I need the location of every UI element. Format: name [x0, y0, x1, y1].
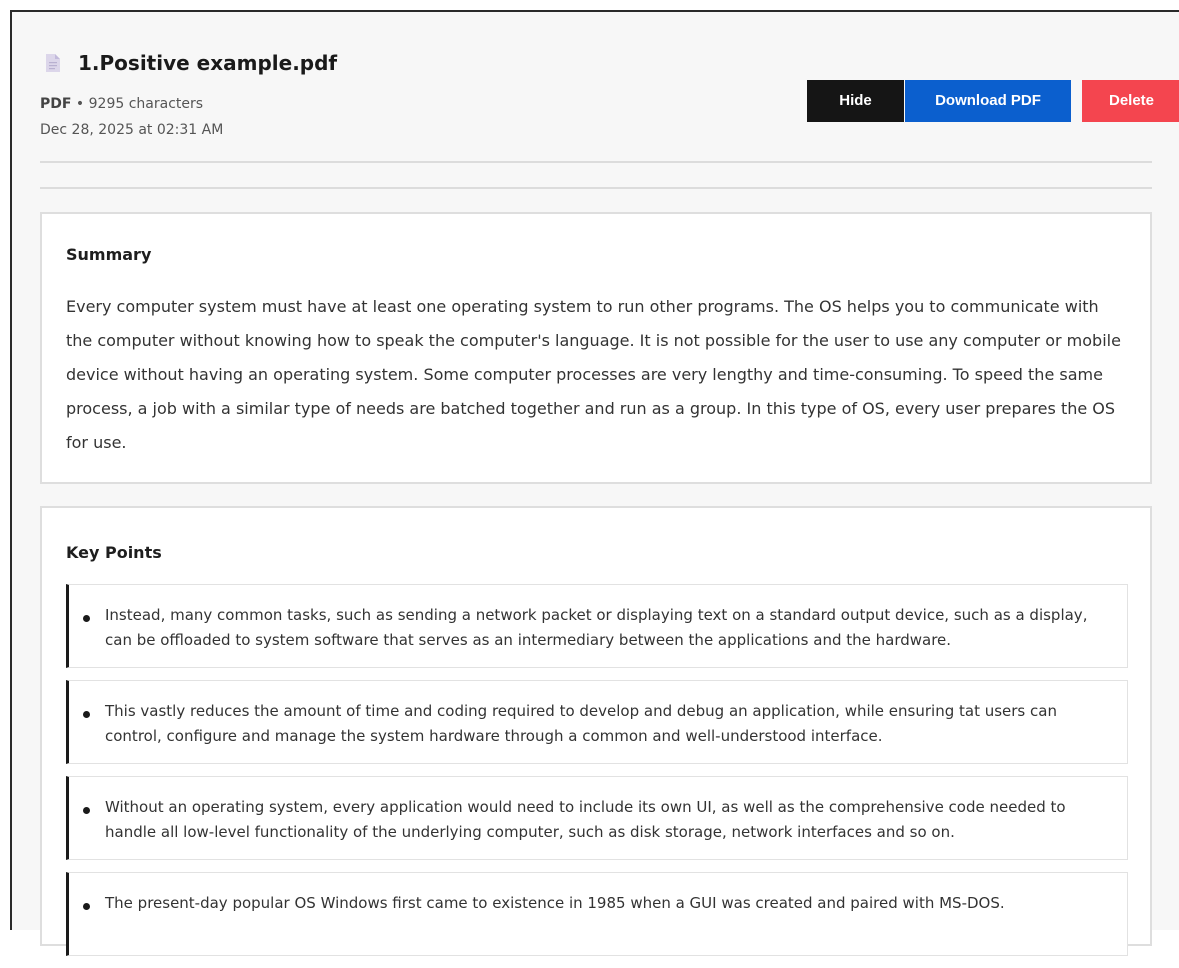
file-meta: PDF • 9295 characters [40, 94, 203, 114]
summary-text: Every computer system must have at least… [66, 297, 1121, 452]
document-viewer-panel: 1.Positive example.pdf PDF • 9295 charac… [10, 10, 1179, 956]
summary-card: Summary Every computer system must have … [40, 212, 1152, 484]
summary-heading: Summary [66, 245, 152, 264]
key-point-text: This vastly reduces the amount of time a… [105, 702, 1057, 745]
file-name-title: 1.Positive example.pdf [78, 51, 338, 75]
key-point-text: The present-day popular OS Windows first… [105, 894, 1005, 912]
document-icon [46, 54, 60, 72]
key-point-text: Without an operating system, every appli… [105, 798, 1066, 841]
header-divider [40, 161, 1152, 163]
bullet-icon [83, 711, 90, 718]
bullet-icon [83, 807, 90, 814]
meta-separator: • [75, 96, 85, 112]
key-point-item: This vastly reduces the amount of time a… [66, 680, 1128, 764]
download-pdf-button[interactable]: Download PDF [905, 80, 1071, 122]
key-points-heading: Key Points [66, 543, 162, 562]
key-point-item: Instead, many common tasks, such as send… [66, 584, 1128, 668]
section-divider [40, 187, 1152, 189]
file-date: Dec 28, 2025 at 02:31 AM [40, 122, 224, 138]
bullet-icon [83, 903, 90, 910]
key-points-card: Key Points Instead, many common tasks, s… [40, 506, 1152, 956]
character-count: 9295 characters [88, 96, 204, 112]
key-point-item: The present-day popular OS Windows first… [66, 872, 1128, 956]
key-point-text: Instead, many common tasks, such as send… [105, 606, 1088, 649]
delete-button[interactable]: Delete [1082, 80, 1179, 122]
key-point-item: Without an operating system, every appli… [66, 776, 1128, 860]
hide-button[interactable]: Hide [807, 80, 904, 122]
bullet-icon [83, 615, 90, 622]
key-points-list: Instead, many common tasks, such as send… [66, 584, 1128, 968]
file-type-label: PDF [40, 96, 72, 112]
